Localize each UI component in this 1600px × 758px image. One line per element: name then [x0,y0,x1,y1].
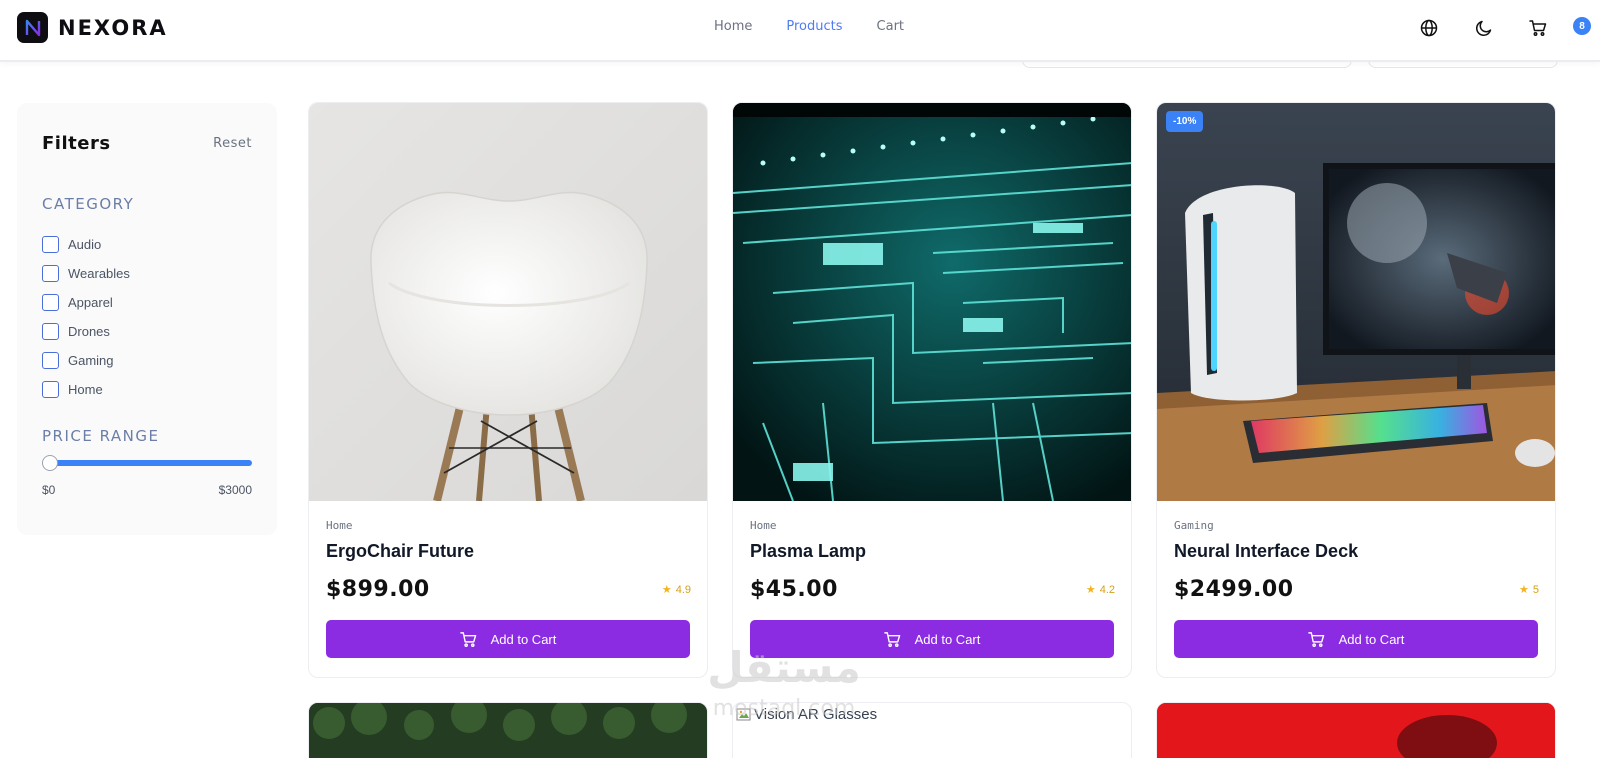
broken-image-icon [736,708,751,720]
product-rating: ★ 4.2 [1085,583,1115,597]
product-price: $2499.00 [1174,577,1294,602]
product-category: Home [750,519,777,532]
cart-icon [883,631,900,647]
forest-image [309,703,707,758]
globe-icon[interactable] [1418,17,1440,39]
price-range-slider[interactable] [42,455,252,471]
slider-track[interactable] [42,460,252,466]
nav-products[interactable]: Products [786,19,842,34]
add-to-cart-button[interactable]: Add to Cart [750,620,1114,658]
logo-icon [17,12,48,43]
broken-image: Vision AR Glasses [736,706,877,723]
add-to-cart-button[interactable]: Add to Cart [1174,620,1538,658]
slider-thumb[interactable] [42,455,58,471]
cart-icon [1307,631,1324,647]
nav-home[interactable]: Home [714,19,752,34]
price-range-heading: PRICE RANGE [42,427,160,445]
filters-title: Filters [42,133,111,154]
star-icon: ★ [1519,584,1529,596]
price-range-labels: $0 $3000 [42,483,252,497]
category-home[interactable]: Home [42,375,130,404]
price-min: $0 [42,483,56,497]
category-label: Home [68,382,103,397]
discount-badge: -10% [1166,111,1204,132]
checkbox[interactable] [42,294,59,311]
add-to-cart-button[interactable]: Add to Cart [326,620,690,658]
product-name[interactable]: Plasma Lamp [750,541,866,562]
checkbox[interactable] [42,323,59,340]
broken-image-alt: Vision AR Glasses [754,706,878,723]
rating-value: 4.2 [1099,583,1115,596]
category-wearables[interactable]: Wearables [42,259,130,288]
brand-name: NEXORA [58,15,168,40]
product-name[interactable]: Neural Interface Deck [1174,541,1358,562]
product-price: $45.00 [750,577,838,602]
category-label: Apparel [68,295,113,310]
product-image-white-chair[interactable] [309,103,707,501]
category-drones[interactable]: Drones [42,317,130,346]
product-image-circuit-board[interactable] [733,103,1131,501]
rating-value: 5 [1532,583,1539,596]
red-product-image [1157,703,1555,758]
category-label: Wearables [68,266,130,281]
moon-icon[interactable] [1473,17,1495,39]
filters-header: Filters Reset [42,133,252,154]
category-apparel[interactable]: Apparel [42,288,130,317]
category-label: Gaming [68,353,114,368]
product-image-gaming-pc[interactable] [1157,103,1555,501]
product-card-forest[interactable] [308,702,708,758]
main-nav: Home Products Cart [714,19,904,34]
product-name[interactable]: ErgoChair Future [326,541,474,562]
cart-icon[interactable] [1527,17,1549,39]
add-to-cart-label: Add to Cart [1338,631,1405,647]
checkbox[interactable] [42,265,59,282]
product-card[interactable]: Home ErgoChair Future $899.00 ★ 4.9 Add … [308,102,708,678]
price-max: $3000 [218,483,252,497]
product-price: $899.00 [326,577,430,602]
cart-count-badge: 8 [1573,17,1591,35]
filters-panel: Filters Reset CATEGORY Audio Wearables A… [17,103,277,535]
checkbox[interactable] [42,236,59,253]
product-rating: ★ 5 [1519,583,1539,597]
product-category: Home [326,519,353,532]
cart-icon [459,631,476,647]
top-header: NEXORA Home Products Cart 8 [0,0,1600,62]
star-icon: ★ [661,584,672,596]
category-gaming[interactable]: Gaming [42,346,130,375]
category-label: Drones [68,324,110,339]
product-card-vision-ar[interactable]: Vision AR Glasses [732,702,1132,758]
category-audio[interactable]: Audio [42,230,130,259]
product-card[interactable]: Home Plasma Lamp $45.00 ★ 4.2 Add to Car… [732,102,1132,678]
reset-button[interactable]: Reset [213,136,252,151]
product-rating: ★ 4.9 [661,583,691,597]
product-card-red[interactable] [1156,702,1556,758]
product-category: Gaming [1174,519,1214,532]
star-icon: ★ [1085,584,1096,596]
brand-logo[interactable]: NEXORA [17,12,168,43]
category-list: Audio Wearables Apparel Drones Gaming Ho… [42,230,130,404]
category-label: Audio [68,237,102,252]
nav-cart[interactable]: Cart [877,19,905,34]
rating-value: 4.9 [675,583,691,596]
product-card[interactable]: -10% Gaming Neural Interface Deck $2499.… [1156,102,1556,678]
add-to-cart-label: Add to Cart [914,631,981,647]
category-heading: CATEGORY [42,195,135,213]
checkbox[interactable] [42,381,59,398]
add-to-cart-label: Add to Cart [490,631,557,647]
checkbox[interactable] [42,352,59,369]
